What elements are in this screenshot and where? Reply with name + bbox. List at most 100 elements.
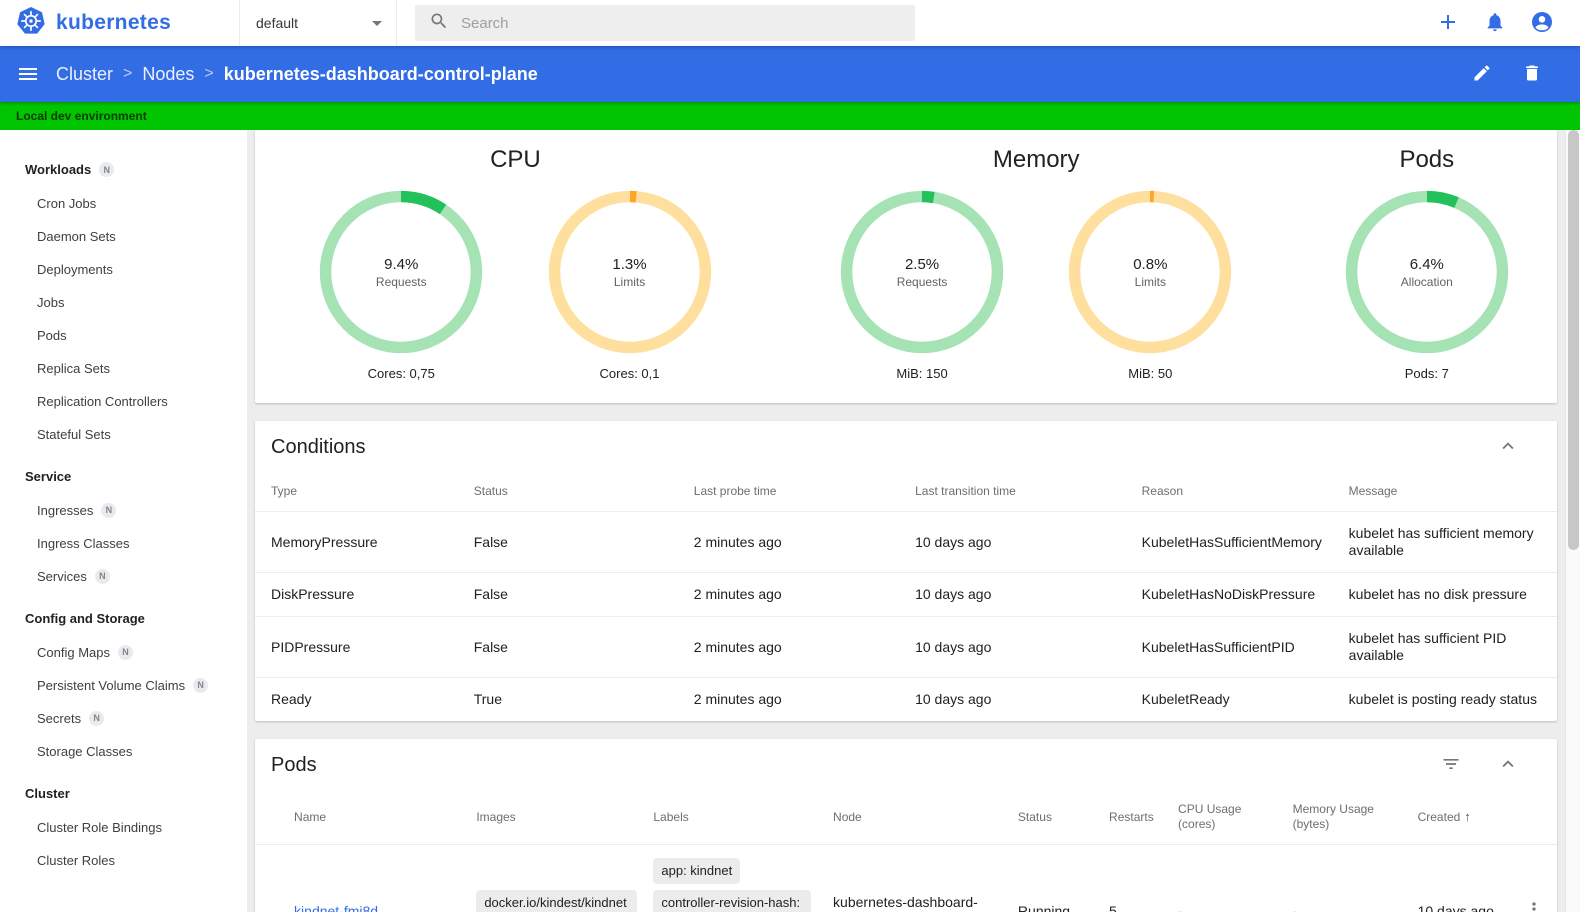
sidebar-item-workloads[interactable]: Workloads N [0,152,247,187]
delete-button[interactable] [1522,63,1542,86]
search-input[interactable] [461,14,901,32]
cell-type: Ready [255,677,474,721]
namespace-selector[interactable]: default [239,0,397,46]
pods-title: Pods [271,754,317,776]
n-badge: N [89,711,105,726]
filter-icon [1441,754,1461,777]
gauge-value: 2.5% [904,255,940,273]
breadcrumb-current: kubernetes-dashboard-control-plane [223,63,538,84]
sidebar-section-service: Service Ingresses N Ingress Classes Serv… [0,459,247,593]
column-header-node: Node [833,809,862,824]
sidebar-item-stateful-sets[interactable]: Stateful Sets [0,418,247,451]
column-header-reason: Reason [1141,484,1184,498]
kubernetes-logo-icon [16,6,46,41]
pod-name-link[interactable]: kindnet-fmj8d [294,903,378,912]
page-scrollbar[interactable] [1565,130,1580,912]
cell-status: True [473,677,694,721]
sidebar-header-label: Config and Storage [25,611,145,626]
menu-button[interactable] [16,62,40,86]
sidebar-item-ingresses[interactable]: Ingresses N [0,494,247,527]
cell-images: docker.io/kindest/kindnetd:v20230511-dc7… [476,844,654,912]
cell-last-probe: 2 minutes ago [693,677,916,721]
edit-button[interactable] [1472,63,1492,86]
search-bar[interactable] [415,5,915,41]
column-header-created[interactable]: Created ↑ [1418,790,1525,845]
cell-status: False [473,616,694,678]
sidebar-item-service[interactable]: Service [0,459,247,494]
gauge-kind: Allocation [1400,274,1453,289]
cpu-allocation-group: CPU 9.4% Requests Cores: 0,75 1.3% Limit… [255,142,776,381]
memory-group-title: Memory [992,146,1080,173]
cell-reason: KubeletHasSufficientPID [1141,616,1349,678]
cpu-group-title: CPU [490,146,541,173]
cell-last-probe: 2 minutes ago [693,572,916,617]
pods-card: Pods Name Images Labels Node Status Rest… [255,739,1557,912]
create-resource-button[interactable] [1436,10,1460,37]
account-button[interactable] [1530,10,1554,37]
pods-group-title: Pods [1399,146,1455,173]
gauge-value: 9.4% [384,255,419,273]
sidebar-item-cluster[interactable]: Cluster [0,776,247,811]
sidebar-item-cron-jobs[interactable]: Cron Jobs [0,187,247,220]
pods-filter-button[interactable] [1441,754,1461,777]
label-chip: app: kindnet [653,858,741,884]
pods-header-row: Name Images Labels Node Status Restarts … [255,790,1557,845]
sidebar-item-daemon-sets[interactable]: Daemon Sets [0,220,247,253]
kubernetes-brand[interactable]: kubernetes [0,0,239,46]
sidebar-item-ingress-classes[interactable]: Ingress Classes [0,527,247,560]
cell-message: kubelet is posting ready status [1348,677,1557,721]
sidebar-item-label: Cron Jobs [37,196,97,211]
sidebar-item-config-maps[interactable]: Config Maps N [0,636,247,669]
table-row: PIDPressure False 2 minutes ago 10 days … [255,616,1557,678]
cell-message: kubelet has sufficient PID available [1348,616,1557,678]
gauge-footer: MiB: 150 [896,366,948,381]
column-header-status-dot [255,790,294,845]
column-header-message: Message [1348,484,1398,498]
sidebar-item-cluster-roles[interactable]: Cluster Roles [0,844,247,877]
sidebar-item-pods[interactable]: Pods [0,319,247,352]
pencil-icon [1472,63,1492,86]
cell-type: PIDPressure [255,616,474,678]
sidebar-item-storage-classes[interactable]: Storage Classes [0,735,247,768]
column-header-images: Images [476,809,516,824]
sidebar-item-deployments[interactable]: Deployments [0,253,247,286]
namespace-value: default [256,15,299,31]
sidebar-item-cluster-role-bindings[interactable]: Cluster Role Bindings [0,811,247,844]
column-header-last-probe-time: Last probe time [693,484,777,498]
sidebar-item-secrets[interactable]: Secrets N [0,702,247,735]
label-chip: controller-revision-hash: 58f5b657b8 [653,890,812,912]
column-header-name[interactable]: Name [294,790,476,845]
sidebar-item-label: Jobs [37,295,65,310]
table-row[interactable]: kindnet-fmj8d docker.io/kindest/kindnetd… [255,844,1557,912]
sidebar-item-config-and-storage[interactable]: Config and Storage [0,601,247,636]
memory-allocation-group: Memory 2.5% Requests MiB: 150 0.8% Limit… [776,142,1297,381]
sidebar-header-label: Workloads [25,162,92,177]
search-icon [429,11,449,36]
sidebar-item-replica-sets[interactable]: Replica Sets [0,352,247,385]
cell-type: DiskPressure [255,572,474,617]
sidebar-section-workloads: Workloads N Cron Jobs Daemon Sets Deploy… [0,152,247,451]
gauge-kind: Limits [613,274,646,289]
pods-collapse-button[interactable] [1497,753,1519,778]
column-header-status: Status [1017,809,1052,824]
conditions-collapse-button[interactable] [1497,435,1519,460]
table-row: DiskPressure False 2 minutes ago 10 days… [255,572,1557,617]
row-menu-button[interactable] [1524,899,1544,912]
gauge-cpu-requests: 9.4% Requests Cores: 0,75 [319,190,483,381]
breadcrumb-nodes[interactable]: Nodes [142,64,194,85]
notifications-button[interactable] [1484,11,1506,36]
table-row: MemoryPressure False 2 minutes ago 10 da… [255,511,1557,573]
sidebar-item-jobs[interactable]: Jobs [0,286,247,319]
sidebar-section-config-storage: Config and Storage Config Maps N Persist… [0,601,247,768]
created-header-label: Created [1417,810,1461,824]
sidebar-item-label: Replication Controllers [37,394,168,409]
breadcrumb-cluster[interactable]: Cluster [56,64,113,85]
sidebar-item-persistent-volume-claims[interactable]: Persistent Volume Claims N [0,669,247,702]
cell-type: MemoryPressure [255,511,474,573]
cell-status: False [473,572,694,617]
gauge-value: 0.8% [1133,255,1168,273]
sidebar-item-services[interactable]: Services N [0,560,247,593]
sidebar-item-replication-controllers[interactable]: Replication Controllers [0,385,247,418]
scrollbar-thumb[interactable] [1568,130,1579,550]
column-header-actions [1524,790,1557,845]
